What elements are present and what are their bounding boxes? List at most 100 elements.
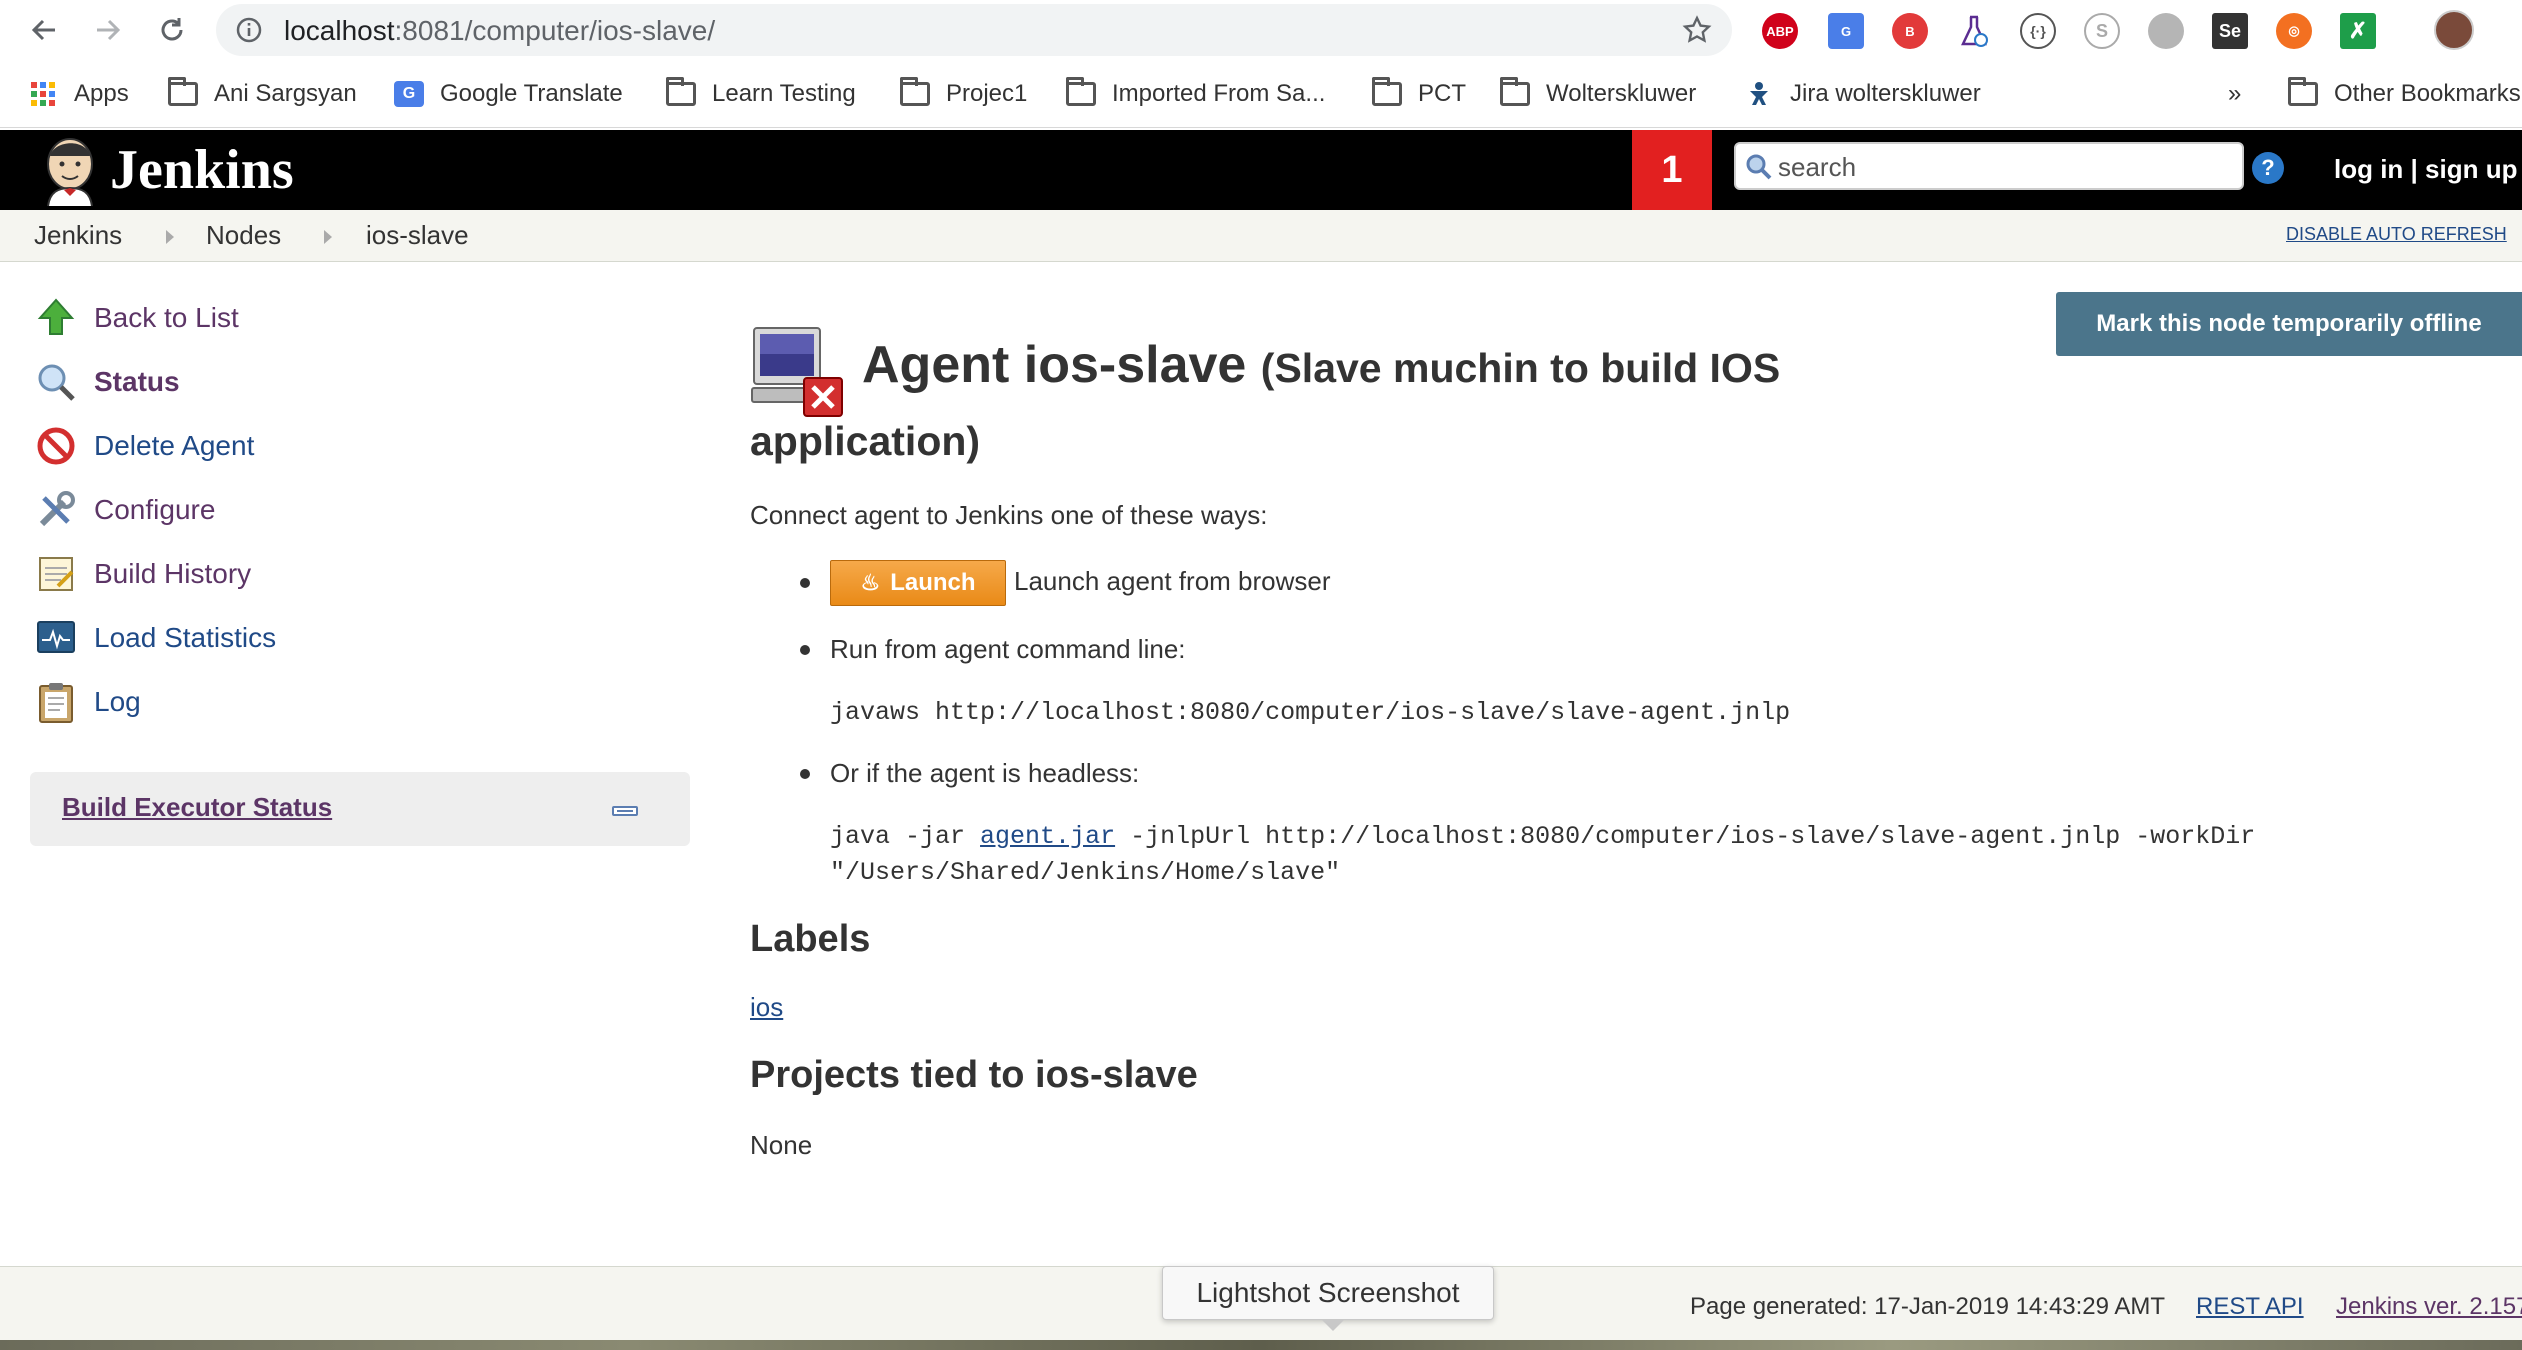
sidebar-item-label: Back to List [94, 302, 239, 333]
extension-icon[interactable]: B [1892, 13, 1928, 49]
sidebar-item-label: Delete Agent [94, 430, 255, 461]
monitor-graph-icon [37, 621, 75, 653]
collapse-icon[interactable] [612, 806, 638, 816]
jenkins-butler-logo[interactable] [34, 134, 106, 206]
bookmark-jira[interactable]: Jira wolterskluwer [1744, 76, 1981, 112]
folder-icon [2288, 77, 2318, 106]
sidebar-item-status[interactable]: Status [34, 360, 180, 404]
breadcrumb-ios-slave[interactable]: ios-slave [366, 220, 469, 251]
folder-icon [900, 77, 930, 106]
search-icon [1746, 154, 1772, 180]
rest-api-link[interactable]: REST API [2196, 1293, 2304, 1321]
bookmark-folder[interactable]: Wolterskluwer [1500, 76, 1696, 112]
javaws-command: javaws http://localhost:8080/computer/io… [830, 698, 1791, 727]
sidebar-item-configure[interactable]: Configure [34, 488, 215, 532]
breadcrumb: Jenkins Nodes ios-slave DISABLE AUTO REF… [0, 210, 2522, 262]
reload-icon[interactable] [150, 8, 194, 52]
selenium-icon[interactable]: Se [2212, 13, 2248, 49]
search-box[interactable] [1734, 142, 2244, 190]
projects-heading: Projects tied to ios-slave [750, 1054, 1198, 1096]
sidebar-item-log[interactable]: Log [34, 680, 141, 724]
desktop-background-strip [0, 1340, 2522, 1350]
build-executor-status-link[interactable]: Build Executor Status [62, 792, 332, 823]
search-input[interactable] [1776, 150, 2236, 184]
excel-icon[interactable]: ✗ [2340, 13, 2376, 49]
sidebar-item-label: Log [94, 686, 141, 717]
json-icon[interactable]: {·} [2020, 13, 2056, 49]
list-bullet [800, 578, 810, 588]
connect-intro: Connect agent to Jenkins one of these wa… [750, 500, 1268, 530]
lightshot-tooltip: Lightshot Screenshot [1162, 1266, 1494, 1331]
bookmark-star-icon[interactable] [1682, 15, 1712, 45]
cmdline-label: Run from agent command line: [830, 634, 1186, 664]
folder-icon [666, 77, 696, 106]
help-icon[interactable]: ? [2252, 152, 2284, 184]
launch-button[interactable]: ♨ Launch [830, 560, 1006, 606]
bookmark-google-translate[interactable]: G Google Translate [394, 76, 623, 112]
info-icon[interactable] [236, 17, 262, 43]
agent-jar-link[interactable]: agent.jar [980, 822, 1115, 851]
bookmark-folder[interactable]: Ani Sargsyan [168, 76, 357, 112]
sidebar-item-delete-agent[interactable]: Delete Agent [34, 424, 254, 468]
extension-icon[interactable]: ◎ [2276, 13, 2312, 49]
breadcrumb-separator [324, 230, 332, 244]
page-title: Agent ios-slave (Slave muchin to build I… [750, 336, 1781, 464]
sidebar-item-label: Status [94, 366, 180, 397]
sidebar-item-build-history[interactable]: Build History [34, 552, 251, 596]
jenkins-title[interactable]: Jenkins [110, 138, 294, 202]
notification-badge[interactable]: 1 [1632, 130, 1712, 210]
bookmark-folder[interactable]: Imported From Sa... [1066, 76, 1325, 112]
flask-icon[interactable] [1956, 13, 1992, 49]
page-generated-text: Page generated: 17-Jan-2019 14:43:29 AMT [1690, 1293, 2166, 1320]
label-ios-link[interactable]: ios [750, 992, 783, 1023]
headless-command: java -jar agent.jar -jnlpUrl http://loca… [830, 822, 2256, 851]
folder-icon [1372, 77, 1402, 106]
address-bar[interactable]: localhost:8081/computer/ios-slave/ [216, 4, 1732, 56]
launch-button-label: Launch [890, 569, 976, 596]
jira-icon [1750, 82, 1768, 105]
sidebar-item-label: Build History [94, 558, 252, 589]
jenkins-version-link[interactable]: Jenkins ver. 2.157 [2336, 1293, 2522, 1321]
folder-icon [1066, 77, 1096, 106]
tools-icon [39, 491, 75, 527]
skype-icon[interactable]: S [2084, 13, 2120, 49]
bookmark-folder[interactable]: Projec1 [900, 76, 1027, 112]
launch-description: Launch agent from browser [1014, 566, 1331, 596]
bookmark-apps[interactable]: Apps [28, 76, 129, 112]
bookmark-folder[interactable]: PCT [1372, 76, 1466, 112]
apps-grid-icon [31, 82, 55, 106]
adblock-icon[interactable]: ABP [1762, 13, 1798, 49]
clipboard-icon [39, 683, 73, 723]
forward-icon[interactable] [86, 8, 130, 52]
google-translate-icon[interactable]: G [1828, 13, 1864, 49]
url-text: localhost:8081/computer/ios-slave/ [284, 15, 716, 46]
google-translate-icon: G [394, 81, 424, 107]
bookmark-other-folder[interactable]: Other Bookmarks [2288, 76, 2521, 112]
magnifier-icon [38, 364, 75, 401]
sidebar-item-label: Configure [94, 494, 216, 525]
projects-value: None [750, 1130, 813, 1160]
sidebar-item-back-to-list[interactable]: Back to List [34, 296, 239, 340]
build-executor-status-panel: Build Executor Status [30, 772, 690, 846]
no-entry-icon [37, 427, 75, 465]
notepad-icon [39, 557, 74, 591]
list-bullet [800, 769, 810, 779]
breadcrumb-nodes[interactable]: Nodes [206, 220, 281, 251]
bookmarks-overflow[interactable]: » [2228, 76, 2241, 112]
login-signup-link[interactable]: log in | sign up [2334, 154, 2517, 185]
back-icon[interactable] [22, 8, 66, 52]
breadcrumb-separator [166, 230, 174, 244]
breadcrumb-jenkins[interactable]: Jenkins [34, 220, 122, 251]
extension-icon[interactable] [2148, 13, 2184, 49]
headless-label: Or if the agent is headless: [830, 758, 1140, 788]
sidebar-item-load-statistics[interactable]: Load Statistics [34, 616, 276, 660]
bookmark-folder[interactable]: Learn Testing [666, 76, 856, 112]
headless-command-workdir: "/Users/Shared/Jenkins/Home/slave" [830, 858, 1341, 887]
mark-offline-button[interactable]: Mark this node temporarily offline [2056, 292, 2522, 356]
list-bullet [800, 645, 810, 655]
browser-toolbar: localhost:8081/computer/ios-slave/ ABP G… [0, 0, 2522, 60]
profile-avatar[interactable] [2434, 10, 2474, 50]
labels-heading: Labels [750, 918, 871, 960]
folder-icon [1500, 77, 1530, 106]
disable-auto-refresh-link[interactable]: DISABLE AUTO REFRESH [2286, 224, 2507, 245]
